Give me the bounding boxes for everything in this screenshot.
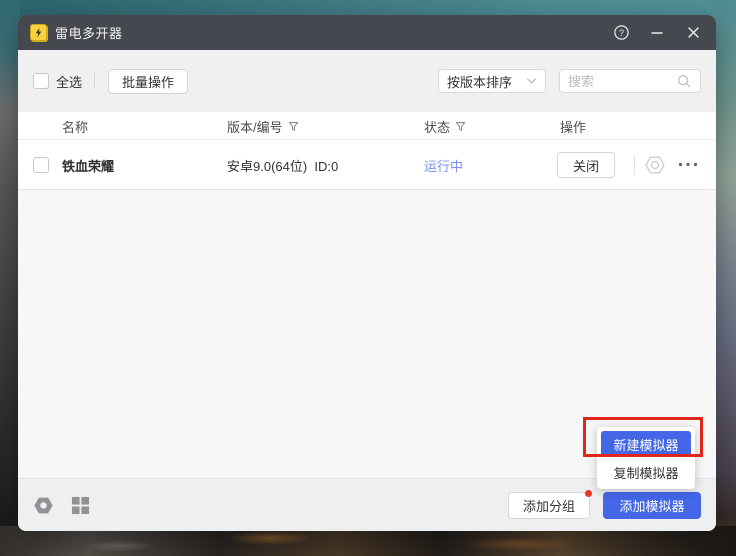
close-emulator-button[interactable]: 关闭: [557, 152, 615, 178]
add-emulator-button[interactable]: 添加模拟器: [603, 492, 701, 519]
grid-icon[interactable]: [71, 496, 90, 515]
row-divider: [634, 155, 635, 175]
more-dots-icon[interactable]: [678, 162, 698, 167]
emulator-status: 运行中: [424, 140, 463, 190]
funnel-filter-icon[interactable]: [455, 121, 466, 132]
chevron-down-icon: [526, 77, 537, 85]
select-all-label: 全选: [56, 72, 82, 91]
add-emulator-popup-menu: 新建模拟器 复制模拟器: [597, 427, 695, 489]
emulator-name: 铁血荣耀: [62, 140, 114, 190]
lightning-app-icon: [30, 24, 47, 41]
minimize-icon[interactable]: [646, 22, 668, 44]
desktop-wallpaper-right: [714, 0, 736, 556]
svg-text:?: ?: [619, 28, 624, 38]
row-checkbox[interactable]: [33, 157, 49, 173]
desktop-wallpaper-left: [0, 0, 20, 556]
add-group-button[interactable]: 添加分组: [508, 492, 590, 519]
toolbar: 全选 批量操作 按版本排序: [18, 50, 716, 112]
funnel-filter-icon[interactable]: [288, 121, 299, 132]
column-header-status: 状态: [424, 112, 466, 140]
search-box: [559, 69, 701, 93]
close-icon[interactable]: [682, 22, 704, 44]
column-header-operations: 操作: [560, 112, 586, 140]
menu-item-copy-emulator[interactable]: 复制模拟器: [601, 459, 691, 485]
desktop: 雷电多开器 ? 全选 批量操作 按版本排序: [0, 0, 736, 556]
window-title: 雷电多开器: [55, 23, 123, 42]
search-icon: [676, 73, 692, 89]
column-header-name: 名称: [62, 112, 88, 140]
search-input[interactable]: [568, 74, 676, 89]
gear-icon[interactable]: [644, 154, 666, 176]
sort-dropdown-value: 按版本排序: [447, 72, 512, 91]
sort-dropdown[interactable]: 按版本排序: [438, 69, 546, 93]
column-header-version: 版本/编号: [227, 112, 299, 140]
gear-icon[interactable]: [33, 495, 54, 516]
select-all-checkbox[interactable]: [33, 73, 49, 89]
batch-operations-button[interactable]: 批量操作: [108, 69, 188, 94]
red-dot-notification: [585, 490, 592, 497]
help-icon[interactable]: ?: [610, 22, 632, 44]
emulator-version: 安卓9.0(64位) ID:0: [227, 140, 338, 190]
table-row: 铁血荣耀 安卓9.0(64位) ID:0 运行中 关闭: [18, 140, 716, 190]
table-header: 名称 版本/编号 状态 操作: [18, 112, 716, 140]
toolbar-divider: [94, 73, 95, 89]
menu-item-new-emulator[interactable]: 新建模拟器: [601, 431, 691, 457]
titlebar[interactable]: 雷电多开器 ?: [18, 15, 716, 50]
